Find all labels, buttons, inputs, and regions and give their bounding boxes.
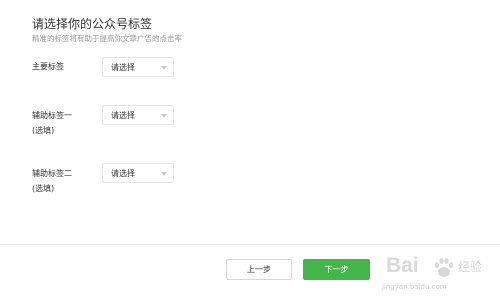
baidu-jingyan-watermark: Bai 经验 jingyan.baidu.com: [380, 252, 496, 298]
primary-tag-label: 主要标签: [32, 60, 64, 73]
secondary-tag-2-label: 辅助标签二 (选填): [32, 167, 72, 195]
secondary-tag-2-optional-hint: (选填): [32, 184, 55, 193]
footer-divider: [0, 244, 500, 245]
previous-step-button[interactable]: 上一步: [226, 259, 292, 280]
page-subtitle: 精准的标签将有助于提高你文章广告的点击率: [32, 34, 182, 43]
watermark-url: jingyan.baidu.com: [382, 283, 447, 291]
watermark-brand: Bai: [386, 254, 419, 277]
secondary-tag-2-select-value: 请选择: [111, 169, 135, 178]
paw-icon: [434, 258, 454, 277]
primary-tag-select[interactable]: 请选择: [102, 57, 174, 77]
secondary-tag-2-label-text: 辅助标签二: [32, 169, 72, 178]
chevron-down-icon: [161, 66, 167, 70]
secondary-tag-1-select[interactable]: 请选择: [102, 105, 174, 125]
secondary-tag-1-label-text: 辅助标签一: [32, 111, 72, 120]
chevron-down-icon: [161, 172, 167, 176]
next-step-button[interactable]: 下一步: [303, 259, 370, 280]
watermark-brand-suffix: 经验: [458, 260, 483, 274]
tag-selection-page: 请选择你的公众号标签 精准的标签将有助于提高你文章广告的点击率 主要标签 请选择…: [0, 0, 500, 301]
secondary-tag-1-select-value: 请选择: [111, 111, 135, 120]
secondary-tag-2-select[interactable]: 请选择: [102, 163, 174, 183]
secondary-tag-1-label: 辅助标签一 (选填): [32, 109, 72, 137]
secondary-tag-1-optional-hint: (选填): [32, 126, 55, 135]
page-title: 请选择你的公众号标签: [32, 17, 153, 31]
chevron-down-icon: [161, 114, 167, 118]
primary-tag-select-value: 请选择: [111, 63, 135, 72]
primary-tag-label-text: 主要标签: [32, 62, 64, 71]
